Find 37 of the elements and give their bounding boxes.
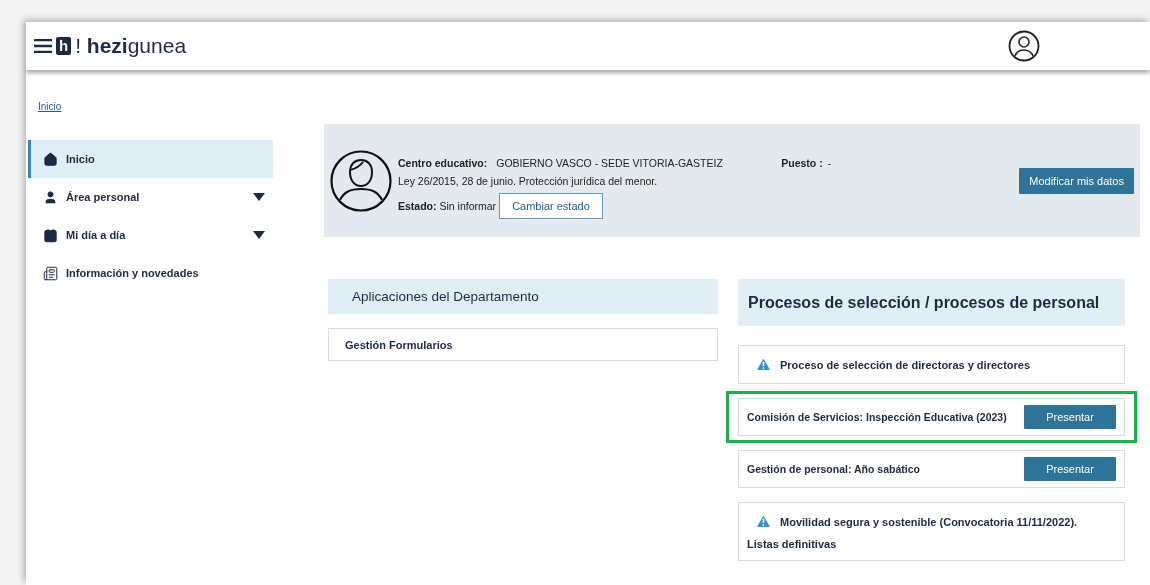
process-title: Gestión de personal: Año sabático xyxy=(747,463,920,475)
field-value: GOBIERNO VASCO - SEDE VITORIA-GASTEIZ xyxy=(496,156,724,169)
menu-icon[interactable] xyxy=(34,39,52,53)
sidebar-item[interactable]: Área personal xyxy=(28,178,273,216)
caret-icon[interactable] xyxy=(253,231,265,239)
law-text: Ley 26/2015, 28 de junio. Protección jurídica del menor. xyxy=(398,174,659,187)
warning-icon xyxy=(755,513,772,530)
change-status-button[interactable]: Cambiar estado xyxy=(499,192,603,219)
caret-icon[interactable] xyxy=(253,193,265,201)
logo-mark: h xyxy=(56,37,72,55)
section-header: Procesos de selección / procesos de personal xyxy=(738,279,1125,326)
presentar-button[interactable]: Presentar xyxy=(1024,457,1116,481)
breadcrumb-link[interactable]: Inicio xyxy=(38,101,62,112)
process-title[interactable]: Proceso de selección de directoras y directores xyxy=(780,358,1031,371)
presentar-button[interactable]: Presentar xyxy=(1024,405,1116,429)
section-header: Aplicaciones del Departamento xyxy=(328,279,718,314)
avatar-icon xyxy=(330,149,392,212)
sidebar-item[interactable]: Información y novedades xyxy=(28,254,273,292)
field-label: Puesto : xyxy=(781,156,823,169)
process-title[interactable]: Movilidad segura y sostenible (Convocatoria 11/11/2022). xyxy=(780,515,1078,528)
logo-text: ! hezigunea xyxy=(75,34,187,58)
user-avatar-icon[interactable] xyxy=(1008,30,1040,62)
process-subtitle: Listas definitivas xyxy=(747,538,838,550)
warning-icon xyxy=(755,356,772,373)
application-link[interactable]: Gestión Formularios xyxy=(328,328,718,361)
field-value: Sin informar xyxy=(439,199,497,212)
newspaper-icon xyxy=(43,265,58,281)
field-value: - xyxy=(827,156,832,169)
calendar-icon xyxy=(43,227,58,243)
sidebar-item[interactable]: Mi día a día xyxy=(28,216,273,254)
sidebar-item[interactable]: Inicio xyxy=(28,140,273,178)
edit-data-button[interactable]: Modificar mis datos xyxy=(1019,167,1134,194)
person-icon xyxy=(43,189,58,205)
process-title: Comisión de Servicios: Inspección Educativa (2023) xyxy=(747,411,1007,423)
field-label: Estado: xyxy=(398,199,437,212)
home-icon xyxy=(43,151,58,167)
field-label: Centro educativo: xyxy=(398,156,488,169)
